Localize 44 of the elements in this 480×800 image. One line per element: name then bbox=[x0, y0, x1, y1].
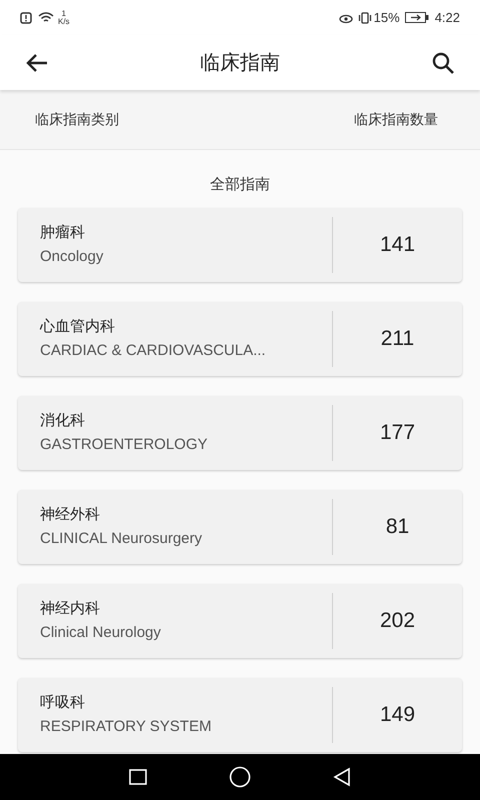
square-icon bbox=[129, 769, 147, 785]
category-card[interactable]: 神经内科 Clinical Neurology 202 bbox=[18, 584, 462, 658]
category-card[interactable]: 心血管内科 CARDIAC & CARDIOVASCULA... 211 bbox=[18, 302, 462, 376]
category-name: 神经外科 bbox=[40, 504, 101, 524]
search-icon bbox=[431, 50, 455, 74]
category-card[interactable]: 呼吸科 RESPIRATORY SYSTEM 149 bbox=[18, 678, 462, 752]
home-button[interactable] bbox=[229, 766, 251, 788]
guideline-count: 211 bbox=[380, 326, 414, 352]
battery-charging-icon bbox=[404, 12, 429, 23]
guideline-count: 149 bbox=[380, 702, 416, 728]
category-name: 心血管内科 bbox=[40, 316, 116, 336]
battery-percent: 15% bbox=[374, 8, 400, 27]
back-arrow-icon bbox=[25, 52, 49, 72]
category-card[interactable]: 神经外科 CLINICAL Neurosurgery 81 bbox=[18, 490, 462, 564]
guideline-count: 177 bbox=[380, 420, 416, 446]
alert-icon bbox=[20, 12, 32, 24]
category-name: 消化科 bbox=[40, 410, 86, 430]
category-english-name: CLINICAL Neurosurgery bbox=[40, 529, 204, 549]
guideline-count: 141 bbox=[380, 232, 416, 258]
category-card[interactable]: 肿瘤科 Oncology 141 bbox=[18, 208, 462, 282]
category-english-name: RESPIRATORY SYSTEM bbox=[40, 717, 212, 737]
guideline-count: 81 bbox=[386, 514, 410, 540]
column-header: 临床指南类别 bbox=[35, 110, 119, 129]
category-english-name: Clinical Neurology bbox=[40, 623, 162, 643]
recent-apps-button[interactable] bbox=[129, 769, 147, 785]
category-name: 神经内科 bbox=[40, 598, 101, 618]
network-speed-value: 1 bbox=[62, 10, 66, 18]
category-english-name: CARDIAC & CARDIOVASCULA... bbox=[40, 341, 267, 361]
vibrate-icon bbox=[358, 12, 372, 24]
category-name: 呼吸科 bbox=[40, 692, 86, 712]
section-title: 全部指南 bbox=[210, 174, 270, 194]
category-english-name: GASTROENTEROLOGY bbox=[40, 435, 209, 455]
category-english-name: Oncology bbox=[40, 247, 104, 267]
circle-icon bbox=[229, 766, 251, 788]
triangle-icon bbox=[333, 767, 351, 787]
guideline-count: 202 bbox=[380, 608, 416, 634]
clock-time: 4:22 bbox=[434, 8, 460, 27]
category-card[interactable]: 消化科 GASTROENTEROLOGY 177 bbox=[18, 396, 462, 470]
page-title: 临床指南 bbox=[200, 50, 280, 76]
network-speed-unit: K/s bbox=[58, 18, 70, 26]
column-header: 临床指南数量 bbox=[354, 110, 438, 129]
category-name: 肿瘤科 bbox=[40, 222, 86, 242]
wifi-icon bbox=[38, 12, 54, 24]
back-nav-button[interactable] bbox=[333, 767, 351, 787]
